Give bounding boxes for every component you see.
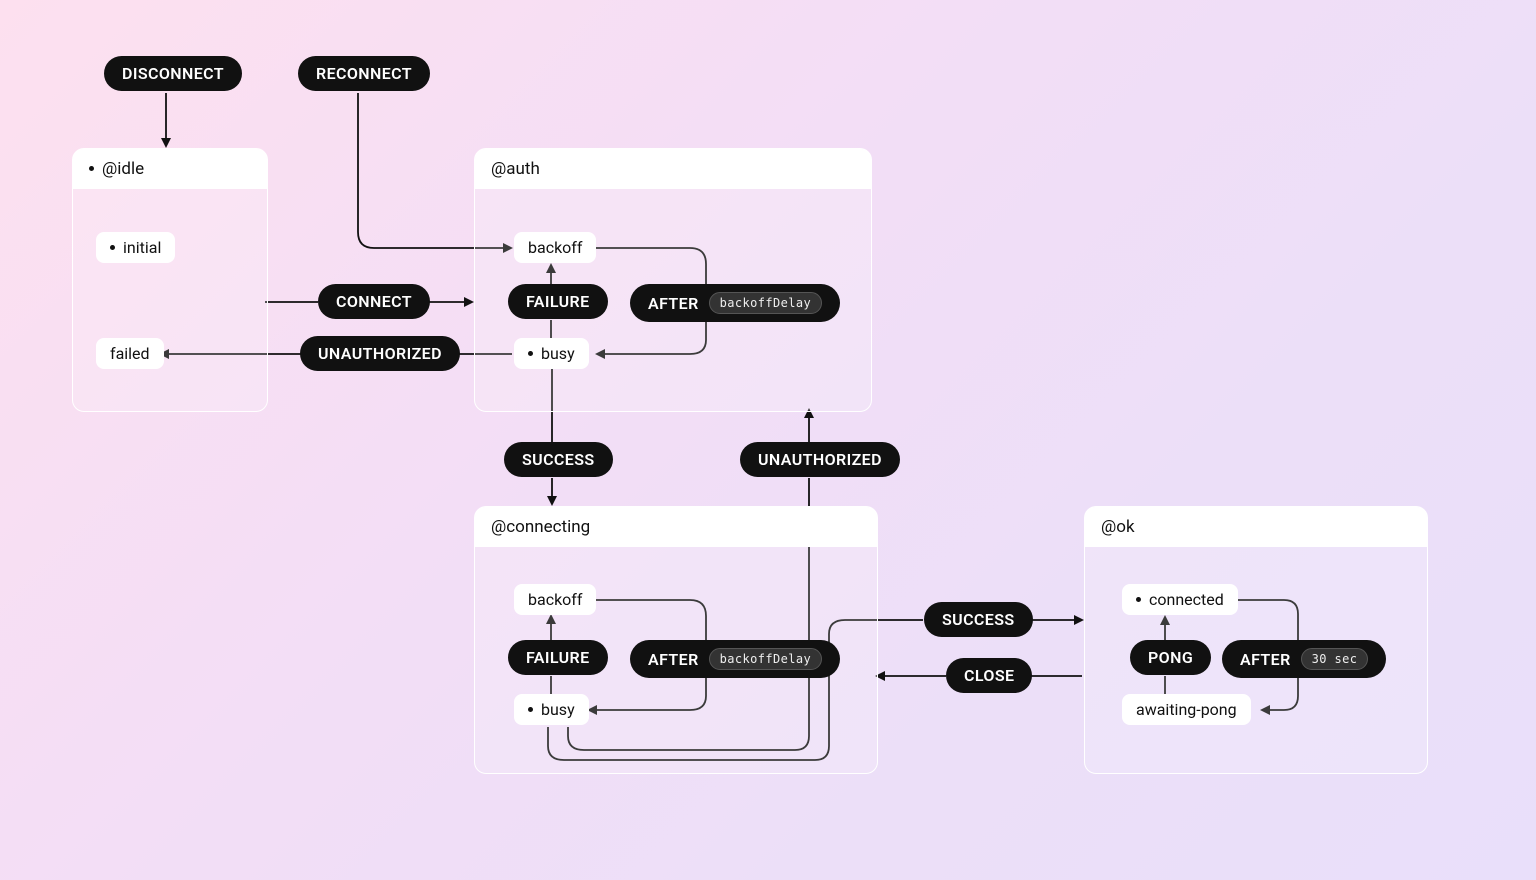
event-label: CLOSE <box>964 666 1014 685</box>
state-node-connecting-busy: busy <box>514 694 589 725</box>
event-conn-close: CLOSE <box>946 658 1032 693</box>
event-label: PONG <box>1148 648 1193 667</box>
event-label: RECONNECT <box>316 64 412 83</box>
state-node-label: busy <box>541 344 575 363</box>
state-region-idle: @idle <box>72 148 268 412</box>
state-node-ok-awaiting-pong: awaiting-pong <box>1122 694 1251 725</box>
state-region-header: @ok <box>1085 507 1427 547</box>
state-node-label: failed <box>110 344 150 363</box>
event-label: UNAUTHORIZED <box>318 344 442 363</box>
state-node-auth-busy: busy <box>514 338 589 369</box>
state-node-idle-failed: failed <box>96 338 164 369</box>
event-sub-label: backoffDelay <box>709 648 823 670</box>
event-label: CONNECT <box>336 292 412 311</box>
state-node-label: busy <box>541 700 575 719</box>
event-label: AFTER <box>1240 650 1291 669</box>
event-auth-success: SUCCESS <box>504 442 613 477</box>
state-node-connecting-backoff: backoff <box>514 584 596 615</box>
state-node-label: connected <box>1149 590 1224 609</box>
state-node-auth-backoff: backoff <box>514 232 596 263</box>
event-auth-after: AFTER backoffDelay <box>630 284 840 322</box>
state-region-title: @connecting <box>491 517 590 537</box>
event-label: SUCCESS <box>522 450 595 469</box>
state-region-header: @connecting <box>475 507 877 547</box>
state-node-label: backoff <box>528 590 582 609</box>
state-node-label: awaiting-pong <box>1136 700 1237 719</box>
state-node-label: initial <box>123 238 161 257</box>
event-label: AFTER <box>648 650 699 669</box>
state-region-title: @ok <box>1101 517 1135 537</box>
state-region-title: @idle <box>102 159 144 179</box>
event-reconnect: RECONNECT <box>298 56 430 91</box>
event-label: UNAUTHORIZED <box>758 450 882 469</box>
event-auth-unauthorized: UNAUTHORIZED <box>300 336 460 371</box>
event-ok-pong: PONG <box>1130 640 1211 675</box>
event-label: FAILURE <box>526 648 590 667</box>
state-region-title: @auth <box>491 159 540 179</box>
event-sub-label: 30 sec <box>1301 648 1369 670</box>
event-label: SUCCESS <box>942 610 1015 629</box>
event-disconnect: DISCONNECT <box>104 56 242 91</box>
event-label: AFTER <box>648 294 699 313</box>
event-conn-success: SUCCESS <box>924 602 1033 637</box>
event-conn-unauthorized: UNAUTHORIZED <box>740 442 900 477</box>
event-conn-after: AFTER backoffDelay <box>630 640 840 678</box>
event-ok-after: AFTER 30 sec <box>1222 640 1386 678</box>
state-node-ok-connected: connected <box>1122 584 1238 615</box>
state-region-auth: @auth <box>474 148 872 412</box>
state-node-label: backoff <box>528 238 582 257</box>
event-label: DISCONNECT <box>122 64 224 83</box>
event-label: FAILURE <box>526 292 590 311</box>
state-region-header: @auth <box>475 149 871 189</box>
diagram-canvas: @idle @auth @connecting @ok initial fail… <box>0 0 1536 880</box>
state-node-idle-initial: initial <box>96 232 175 263</box>
event-sub-label: backoffDelay <box>709 292 823 314</box>
event-auth-failure: FAILURE <box>508 284 608 319</box>
event-conn-failure: FAILURE <box>508 640 608 675</box>
state-region-header: @idle <box>73 149 267 189</box>
event-connect: CONNECT <box>318 284 430 319</box>
